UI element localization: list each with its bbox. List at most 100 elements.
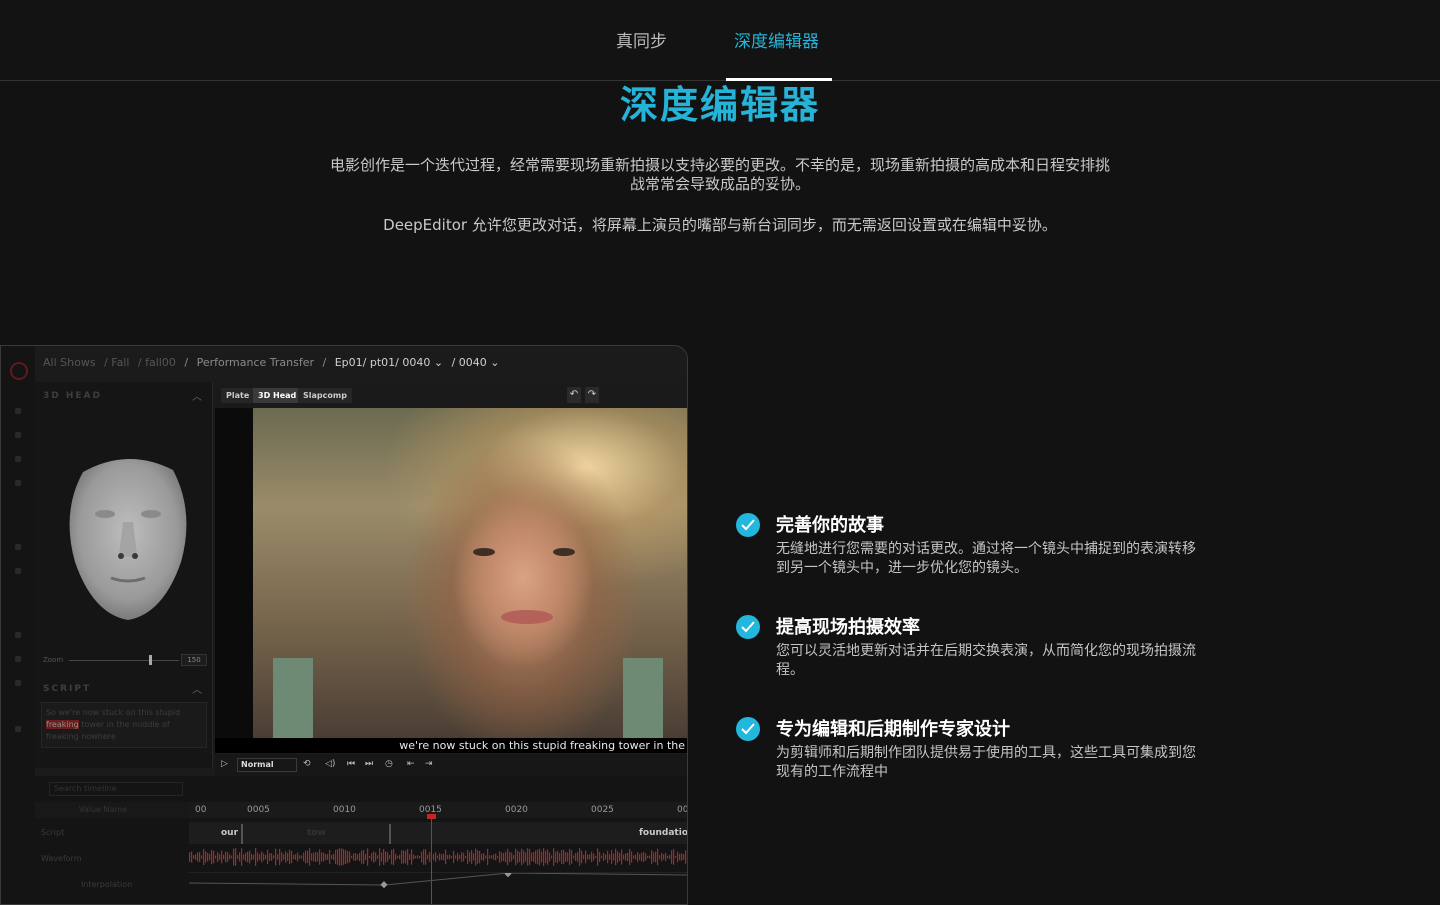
- breadcrumb-item[interactable]: Performance Transfer: [197, 356, 314, 369]
- app-sidebar-rail: [1, 346, 35, 904]
- breadcrumb-version-dropdown[interactable]: / 0040 ⌄: [452, 356, 500, 369]
- volume-icon[interactable]: ◁): [325, 759, 335, 769]
- undo-icon[interactable]: ↶: [567, 387, 581, 403]
- waveform-bar: [581, 850, 583, 864]
- script-track[interactable]: our tow foundation: [189, 822, 687, 844]
- rail-icon[interactable]: [15, 680, 21, 686]
- rail-icon[interactable]: [15, 456, 21, 462]
- breadcrumb-shot-dropdown[interactable]: Ep01/ pt01/ 0040 ⌄: [335, 356, 443, 369]
- waveform-bar: [477, 850, 479, 864]
- waveform-bar: [539, 848, 541, 866]
- waveform-bar: [617, 851, 619, 863]
- out-point-icon[interactable]: ⇥: [425, 759, 433, 769]
- script-word[interactable]: our: [221, 828, 238, 838]
- script-word[interactable]: tow: [307, 828, 326, 838]
- waveform-bar: [321, 852, 323, 862]
- redo-icon[interactable]: ↷: [585, 387, 599, 403]
- waveform-bar: [375, 852, 377, 862]
- breadcrumb-item[interactable]: / Fall: [104, 356, 129, 369]
- waveform-bar: [449, 854, 451, 860]
- waveform-bar: [435, 852, 437, 862]
- waveform-bar: [293, 854, 295, 860]
- collapse-icon[interactable]: ︿: [192, 681, 202, 696]
- waveform-bar: [417, 855, 419, 859]
- timeline-search-input[interactable]: Search timeline: [49, 782, 183, 796]
- zoom-slider-handle[interactable]: [149, 655, 152, 665]
- waveform-bar: [571, 850, 573, 864]
- word-boundary-handle[interactable]: [389, 824, 391, 844]
- waveform-bar: [189, 852, 191, 862]
- waveform-bar: [379, 848, 381, 866]
- waveform-bar: [495, 853, 497, 861]
- waveform-bar: [523, 850, 525, 864]
- waveform-bar: [255, 848, 257, 866]
- skip-forward-icon[interactable]: ⏭: [365, 759, 373, 769]
- waveform-bar: [681, 853, 683, 861]
- ruler-tick: 00: [677, 805, 688, 815]
- waveform-bar: [619, 852, 621, 862]
- rail-icon[interactable]: [15, 568, 21, 574]
- collapse-icon[interactable]: ︿: [192, 388, 202, 403]
- playback-mode-select[interactable]: Normal: [237, 758, 297, 772]
- waveform-bar: [577, 852, 579, 862]
- rail-icon[interactable]: [15, 544, 21, 550]
- word-boundary-handle[interactable]: [241, 824, 243, 844]
- script-text-area[interactable]: So we're now stuck on this stupid freaki…: [41, 702, 207, 748]
- waveform-bar: [319, 849, 321, 865]
- breadcrumb-item[interactable]: All Shows: [43, 356, 96, 369]
- waveform-bar: [621, 849, 623, 865]
- play-icon[interactable]: ▷: [221, 759, 228, 769]
- waveform-bar: [633, 855, 635, 859]
- value-name-header: Value Name: [79, 805, 128, 814]
- timer-icon[interactable]: ◷: [385, 759, 393, 769]
- rail-icon[interactable]: [15, 726, 21, 732]
- waveform-bar: [213, 850, 215, 864]
- rail-icon[interactable]: [15, 480, 21, 486]
- ruler-tick: 0025: [591, 805, 614, 815]
- timeline-ruler[interactable]: 00 0005 0010 0015 0020 0025 00: [189, 802, 688, 818]
- playhead[interactable]: [431, 816, 432, 904]
- viewer-tab-slapcomp[interactable]: Slapcomp: [298, 388, 352, 403]
- tab-deep-editor[interactable]: 深度编辑器: [734, 27, 819, 52]
- waveform-bar: [563, 849, 565, 865]
- 3d-head-model[interactable]: [63, 452, 193, 622]
- track-label-script: Script: [41, 828, 65, 837]
- audio-waveform[interactable]: [189, 846, 688, 868]
- interpolation-track[interactable]: [188, 870, 687, 892]
- waveform-bar: [529, 848, 531, 866]
- script-word[interactable]: foundation: [639, 828, 687, 838]
- track-label-interpolation: Interpolation: [81, 880, 133, 889]
- waveform-bar: [227, 852, 229, 862]
- waveform-bar: [453, 851, 455, 863]
- waveform-bar: [407, 849, 409, 865]
- waveform-bar: [353, 853, 355, 861]
- loop-icon[interactable]: ⟲: [303, 759, 311, 769]
- waveform-bar: [459, 855, 461, 859]
- skip-back-icon[interactable]: ⏮: [347, 759, 355, 769]
- waveform-bar: [357, 854, 359, 860]
- viewer-tab-plate[interactable]: Plate: [221, 388, 255, 403]
- waveform-bar: [421, 851, 423, 863]
- rail-icon[interactable]: [15, 656, 21, 662]
- waveform-bar: [203, 848, 205, 866]
- waveform-bar: [217, 852, 219, 862]
- tab-true-sync[interactable]: 真同步: [616, 27, 667, 52]
- waveform-bar: [279, 848, 281, 866]
- waveform-bar: [415, 855, 417, 859]
- rail-icon[interactable]: [15, 408, 21, 414]
- viewer-tab-3d-head[interactable]: 3D Head: [253, 388, 302, 403]
- feature-title: 提高现场拍摄效率: [776, 617, 920, 638]
- rail-icon[interactable]: [15, 432, 21, 438]
- zoom-slider[interactable]: [69, 660, 179, 661]
- video-frame-detail: [501, 610, 553, 624]
- video-viewer[interactable]: we're now stuck on this stupid freaking …: [215, 408, 687, 753]
- in-point-icon[interactable]: ⇤: [407, 759, 415, 769]
- zoom-value-input[interactable]: 150: [181, 654, 207, 666]
- script-highlight[interactable]: freaking: [46, 720, 79, 729]
- check-icon: [736, 513, 760, 537]
- waveform-bar: [351, 855, 353, 859]
- waveform-bar: [537, 849, 539, 865]
- waveform-bar: [317, 852, 319, 862]
- rail-icon[interactable]: [15, 632, 21, 638]
- breadcrumb-item[interactable]: / fall00: [138, 356, 176, 369]
